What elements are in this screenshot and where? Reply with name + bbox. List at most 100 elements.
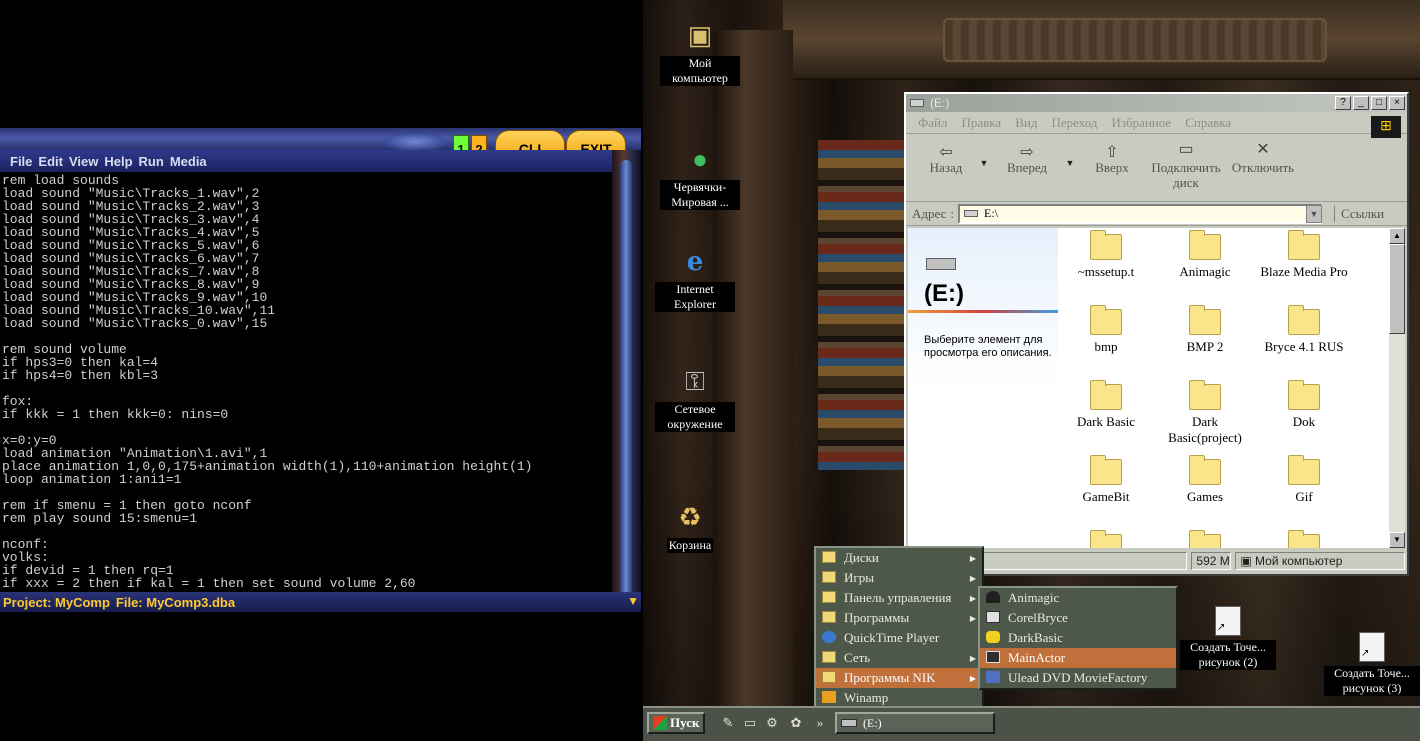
divider (908, 310, 1058, 313)
start-button[interactable]: Пуск (647, 712, 705, 734)
submenu-item-corelbryce[interactable]: CorelBryce (980, 608, 1176, 628)
start-menu: Диски ▶ Игры ▶ Панель управления ▶ Программ… (814, 546, 984, 710)
worms-globe-icon: ● (692, 145, 708, 174)
webview-pane: (E:) Выберите элемент для просмотра его … (908, 228, 1058, 548)
menu-file[interactable]: File (10, 154, 32, 169)
menu-help[interactable]: Help (104, 154, 132, 169)
folder-item[interactable]: ~mssetup.t (1056, 230, 1156, 280)
menu-item-games[interactable]: Игры ▶ (816, 568, 982, 588)
paint-quicklaunch-icon[interactable]: ✿ (787, 714, 805, 732)
menu-view[interactable]: View (69, 154, 98, 169)
desktop-icon-my-computer[interactable]: ▣ Мой компьютер (660, 20, 740, 86)
menu-item-quicktime[interactable]: QuickTime Player (816, 628, 982, 648)
menu-item-control-panel[interactable]: Панель управления ▶ (816, 588, 982, 608)
forward-dropdown[interactable]: ▼ (1062, 140, 1078, 170)
folder-item-partial[interactable] (1155, 530, 1255, 548)
folder-item[interactable]: bmp (1056, 305, 1156, 355)
folder-icon (1189, 455, 1221, 485)
folder-icon (1288, 530, 1320, 548)
help-icon[interactable]: ? (1335, 96, 1351, 110)
folder-item[interactable]: Gif (1254, 455, 1354, 505)
folder-item-partial[interactable] (1056, 530, 1156, 548)
folder-item[interactable]: Dark Basic(project) (1155, 380, 1255, 446)
scroll-down-icon[interactable]: ▼ (627, 594, 639, 608)
explorer-titlebar[interactable]: (E:) (906, 94, 1407, 112)
menu-media[interactable]: Media (170, 154, 207, 169)
folder-item-partial[interactable] (1254, 530, 1354, 548)
menu-go-ru[interactable]: Переход (1051, 115, 1097, 131)
network-quicklaunch-icon[interactable]: ⚙ (763, 714, 781, 732)
recycle-bin-icon: ♻ (678, 503, 702, 532)
status-size: 592 М (1191, 552, 1232, 570)
folder-item[interactable]: Blaze Media Pro (1254, 230, 1354, 280)
folder-item[interactable]: GameBit (1056, 455, 1156, 505)
folder-icon (1189, 305, 1221, 335)
menu-item-winamp[interactable]: Winamp (816, 688, 982, 708)
minimize-icon[interactable]: _ (1353, 96, 1369, 110)
up-button[interactable]: ⇧ Вверх (1078, 140, 1146, 176)
shortcut-label: Создать Точе... рисунок (3) (1324, 666, 1420, 696)
folder-item[interactable]: BMP 2 (1155, 305, 1255, 355)
links-button[interactable]: Ссылки (1334, 205, 1384, 222)
code-line: if hps4=0 then kbl=3 (2, 368, 159, 383)
explorer-toolbar: ⇦ Назад ▼ ⇨ Вперед ▼ ⇧ Вверх ▭ Подключит… (906, 134, 1407, 202)
desktop-icon-worms[interactable]: ● Червячки-Мировая ... (660, 144, 740, 210)
submenu-item-animagic[interactable]: Animagic (980, 588, 1176, 608)
status-file: File: MyComp3.dba (115, 594, 236, 610)
menu-file-ru[interactable]: Файл (918, 115, 948, 131)
menu-favorites-ru[interactable]: Избранное (1111, 115, 1171, 131)
maximize-icon[interactable]: □ (1371, 96, 1387, 110)
code-line: if xxx = 2 then if kal = 1 then set soun… (2, 576, 416, 590)
menu-item-programs-nik[interactable]: Программы NIK ▶ (816, 668, 982, 688)
back-dropdown[interactable]: ▼ (976, 140, 992, 170)
menu-help-ru[interactable]: Справка (1185, 115, 1231, 131)
darkbasic-icon (986, 631, 1000, 643)
shortcut-bitmap-3[interactable]: Создать Точе... рисунок (3) (1324, 632, 1420, 696)
windows-flag-icon (653, 716, 667, 730)
status-location: ▣ Мой компьютер (1235, 552, 1405, 570)
address-input[interactable]: E:\ (958, 203, 1322, 224)
submenu-item-mainactor[interactable]: MainActor (980, 648, 1176, 668)
menu-edit-ru[interactable]: Правка (962, 115, 1002, 131)
explorer-quicklaunch-icon[interactable]: ▭ (741, 714, 759, 732)
folder-item[interactable]: Bryce 4.1 RUS (1254, 305, 1354, 355)
close-icon[interactable]: × (1389, 96, 1405, 110)
drive-icon (964, 210, 978, 217)
menu-item-network[interactable]: Сеть ▶ (816, 648, 982, 668)
address-dropdown[interactable]: ▼ (1306, 204, 1322, 223)
scroll-up-icon[interactable]: ▲ (1389, 228, 1405, 244)
disconnect-button[interactable]: ✕ Отключить (1226, 140, 1300, 176)
show-desktop-icon[interactable]: ✎ (719, 714, 737, 732)
menu-item-programs[interactable]: Программы ▶ (816, 608, 982, 628)
menu-view-ru[interactable]: Вид (1015, 115, 1037, 131)
code-editor-area[interactable]: rem load sounds load sound "Music\Tracks_… (2, 174, 610, 590)
folder-item[interactable]: Animagic (1155, 230, 1255, 280)
menu-edit[interactable]: Edit (38, 154, 63, 169)
desktop-icon-label: Корзина (666, 538, 714, 553)
desktop-icon-recycle-bin[interactable]: ♻ Корзина (650, 502, 730, 553)
dark-basic-editor: 1 2 CLI EXIT File Edit View Help Run Med… (0, 128, 641, 612)
explorer-window: (E:) ? _ □ × Файл Правка Вид Переход Изб… (904, 92, 1409, 576)
scroll-thumb[interactable] (1389, 244, 1405, 334)
menu-run[interactable]: Run (139, 154, 164, 169)
menu-item-disks[interactable]: Диски ▶ (816, 548, 982, 568)
map-drive-button[interactable]: ▭ Подключить диск (1146, 140, 1226, 191)
quicklaunch-more-icon[interactable]: » (811, 714, 829, 732)
scroll-down-icon[interactable]: ▼ (1389, 532, 1405, 548)
desktop-icon-network[interactable]: ⚿ Сетевое окружение (655, 366, 735, 432)
folder-icon (1090, 380, 1122, 410)
taskbar-window-e[interactable]: (E:) (835, 712, 995, 734)
desktop-icon-ie[interactable]: e Internet Explorer (655, 246, 735, 312)
folder-item[interactable]: Games (1155, 455, 1255, 505)
folder-item[interactable]: Dark Basic (1056, 380, 1156, 430)
code-line: if kkk = 1 then kkk=0: nins=0 (2, 407, 229, 422)
submenu-item-darkbasic[interactable]: DarkBasic (980, 628, 1176, 648)
shortcut-bitmap-2[interactable]: Создать Точе... рисунок (2) (1180, 606, 1276, 670)
folder-item[interactable]: Dok (1254, 380, 1354, 430)
vertical-scrollbar[interactable]: ▲ ▼ (1389, 228, 1405, 548)
forward-button[interactable]: ⇨ Вперед (992, 140, 1062, 176)
submenu-item-ulead[interactable]: Ulead DVD MovieFactory (980, 668, 1176, 688)
editor-scroll-rail[interactable] (612, 150, 641, 612)
back-button[interactable]: ⇦ Назад (916, 140, 976, 176)
